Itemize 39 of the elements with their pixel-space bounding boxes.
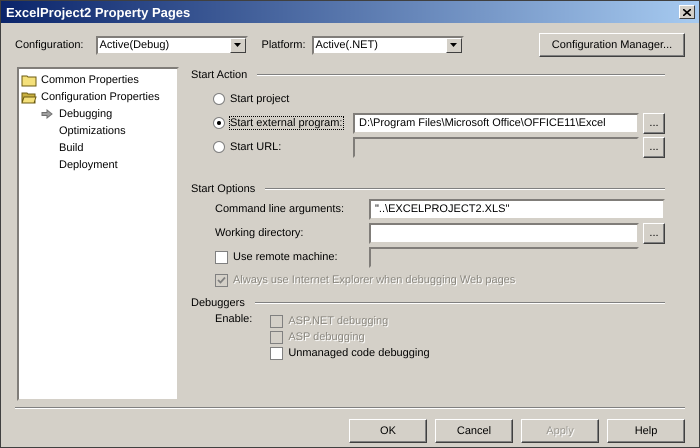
tree-item[interactable]: Configuration Properties [41,91,160,103]
configuration-label: Configuration: [15,39,84,51]
configuration-dropdown[interactable]: Active(Debug) [96,36,248,54]
enable-label: Enable: [215,313,252,327]
section-heading: Start Options [191,183,256,195]
input-field[interactable] [369,222,639,244]
radio-label: Start project [230,93,290,105]
radio-button[interactable] [213,93,225,105]
section-heading: Debuggers [191,297,245,309]
checkbox-label: Always use Internet Explorer when debugging Web pages [233,274,516,286]
input-field[interactable]: D:\Program Files\Microsoft Office\OFFICE11\Excel [353,112,639,134]
field-label: Command line arguments: [214,203,346,215]
checkbox-label: Unmanaged code debugging [288,347,430,359]
checkbox-label: ASP.NET debugging [288,315,388,327]
radio-button[interactable] [213,117,225,129]
dialog-button[interactable]: Cancel [435,419,513,443]
platform-label: Platform: [262,39,306,51]
browse-button[interactable]: ... [643,112,665,134]
close-icon[interactable] [679,5,695,19]
radio-label: Start external program: [230,117,342,129]
platform-dropdown[interactable]: Active(.NET) [312,36,464,54]
checkbox[interactable] [270,346,284,360]
tree-item[interactable]: Optimizations [59,125,126,137]
checkbox-label: Use remote machine: [233,251,338,263]
tree-item[interactable]: Common Properties [41,74,139,86]
dialog-button[interactable]: OK [349,419,427,443]
checkbox-label: ASP debugging [288,331,365,343]
tree-item[interactable]: Debugging [59,108,112,120]
input-field[interactable]: "..\EXCELPROJECT2.XLS" [369,198,665,220]
radio-label: Start URL: [230,141,282,153]
checkbox[interactable] [215,250,228,264]
window-title: ExcelProject2 Property Pages [6,4,190,20]
section-heading: Start Action [191,69,248,81]
configuration-manager-button[interactable]: Configuration Manager... [539,33,685,57]
field-label: Working directory: [214,227,304,239]
dialog-button[interactable]: Help [607,419,685,443]
tree-item[interactable]: Deployment [59,159,118,171]
tree-item[interactable]: Build [59,142,84,154]
browse-button[interactable]: ... [643,222,665,244]
